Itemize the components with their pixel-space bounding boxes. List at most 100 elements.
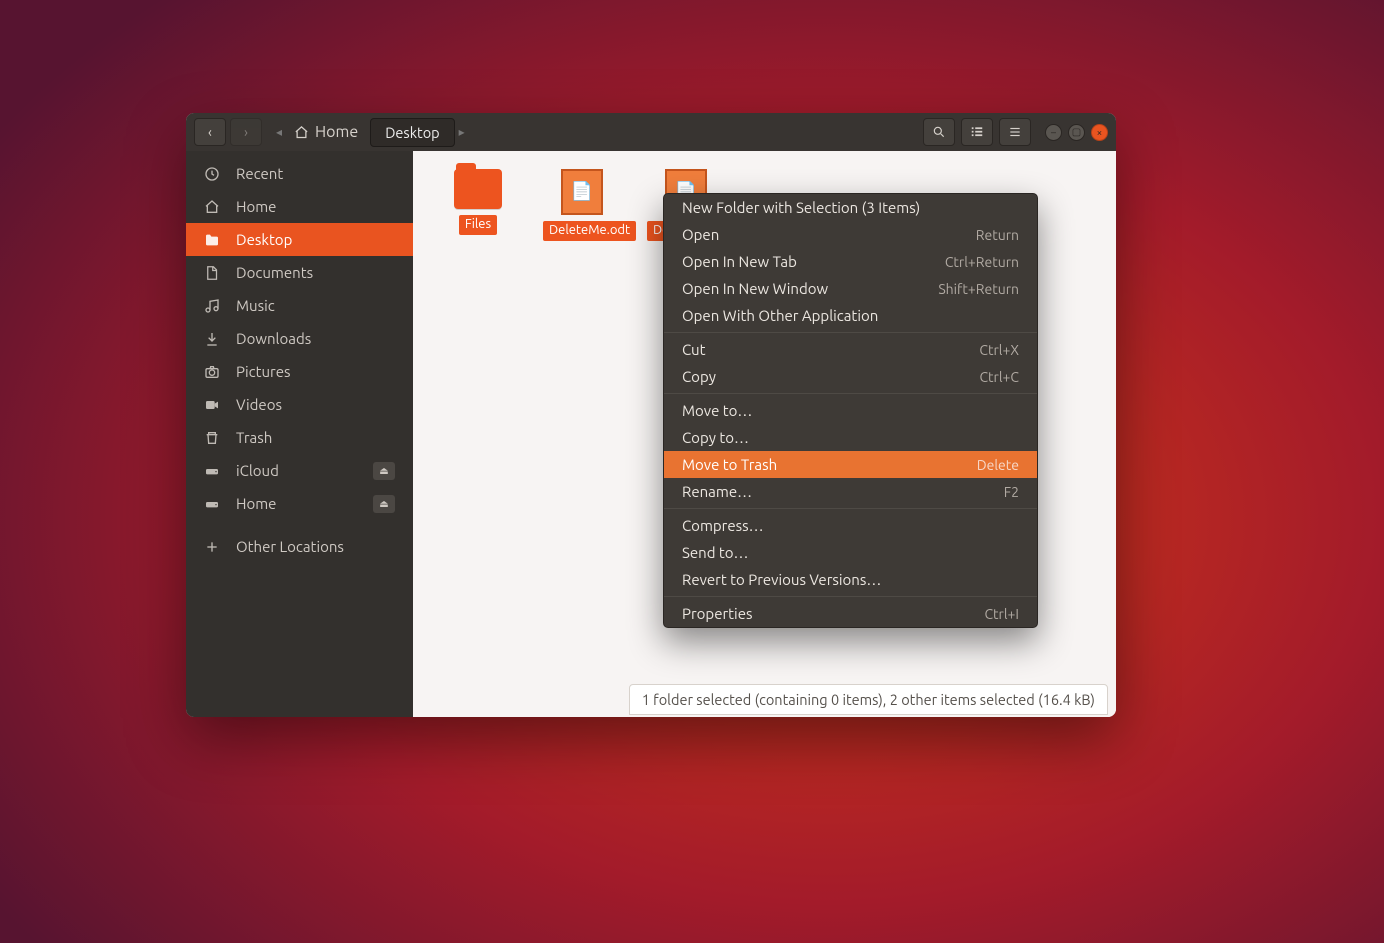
trash-icon: [204, 430, 222, 446]
sidebar-item-desktop[interactable]: Desktop: [186, 223, 413, 256]
menu-item-shortcut: Ctrl+I: [984, 606, 1019, 622]
file-label: Files: [459, 215, 497, 235]
folder-icon: [454, 169, 502, 209]
menu-item-label: New Folder with Selection (3 Items): [682, 199, 920, 216]
toolbar-right: [923, 118, 1031, 146]
menu-item-open-in-new-window[interactable]: Open In New WindowShift+Return: [664, 275, 1037, 302]
sidebar-item-label: Other Locations: [236, 538, 344, 555]
sidebar-item-label: Trash: [236, 429, 272, 446]
menu-item-shortcut: Ctrl+X: [979, 342, 1019, 358]
menu-item-shortcut: Delete: [977, 457, 1019, 473]
menu-item-cut[interactable]: Cut Ctrl+X: [664, 336, 1037, 363]
breadcrumb: ◂ Home Desktop ▸: [272, 118, 469, 147]
sidebar-item-pictures[interactable]: Pictures: [186, 355, 413, 388]
sidebar-item-trash[interactable]: Trash: [186, 421, 413, 454]
sidebar-item-videos[interactable]: Videos: [186, 388, 413, 421]
sidebar-item-recent[interactable]: Recent: [186, 157, 413, 190]
sidebar-item-home[interactable]: Home ⏏: [186, 487, 413, 520]
menu-item-shortcut: Return: [976, 227, 1019, 243]
status-text: 1 folder selected (containing 0 items), …: [642, 691, 1095, 708]
menu-item-move-to[interactable]: Move to…: [664, 397, 1037, 424]
menu-separator: [664, 596, 1037, 597]
menu-item-shortcut: Ctrl+Return: [945, 254, 1019, 270]
menu-item-label: Rename…: [682, 483, 752, 500]
breadcrumb-home[interactable]: Home: [286, 119, 366, 145]
search-button[interactable]: [923, 118, 955, 146]
close-button[interactable]: [1091, 124, 1108, 141]
menu-item-open[interactable]: OpenReturn: [664, 221, 1037, 248]
sidebar-item-label: iCloud: [236, 462, 279, 479]
sidebar-item-label: Desktop: [236, 231, 292, 248]
sidebar-item-documents[interactable]: Documents: [186, 256, 413, 289]
menu-item-label: Copy to…: [682, 429, 749, 446]
status-bar: 1 folder selected (containing 0 items), …: [629, 684, 1108, 715]
menu-item-open-in-new-tab[interactable]: Open In New Tab Ctrl+Return: [664, 248, 1037, 275]
sidebar-item-label: Music: [236, 297, 275, 314]
chevron-right-icon: ▸: [455, 125, 469, 139]
sidebar: Recent Home Desktop Documents Music Downloads…: [186, 151, 413, 717]
menu-item-label: Move to…: [682, 402, 752, 419]
sidebar-item-label: Recent: [236, 165, 283, 182]
context-menu: New Folder with Selection (3 Items) OpenR…: [663, 193, 1038, 628]
chevron-right-icon: ›: [244, 124, 248, 140]
list-view-icon: [970, 125, 984, 139]
menu-item-new-folder-with-selection-3-items[interactable]: New Folder with Selection (3 Items): [664, 194, 1037, 221]
hamburger-menu-button[interactable]: [999, 118, 1031, 146]
file-item[interactable]: 📄DeleteMe.odt: [543, 169, 621, 241]
sidebar-item-label: Videos: [236, 396, 282, 413]
drive-icon: [204, 463, 222, 479]
menu-separator: [664, 332, 1037, 333]
breadcrumb-home-label: Home: [315, 123, 358, 141]
menu-item-label: Compress…: [682, 517, 764, 534]
clock-icon: [204, 166, 222, 182]
maximize-button[interactable]: [1068, 124, 1085, 141]
menu-item-copy-to[interactable]: Copy to…: [664, 424, 1037, 451]
menu-item-label: Revert to Previous Versions…: [682, 571, 881, 588]
menu-item-label: Send to…: [682, 544, 748, 561]
sidebar-item-music[interactable]: Music: [186, 289, 413, 322]
menu-icon: [1008, 125, 1022, 139]
drive-icon: [204, 496, 222, 512]
eject-button[interactable]: ⏏: [373, 462, 395, 480]
menu-item-label: Open With Other Application: [682, 307, 878, 324]
menu-item-label: Open In New Tab: [682, 253, 797, 270]
home-icon: [204, 199, 222, 215]
breadcrumb-current-label: Desktop: [385, 124, 439, 141]
menu-item-move-to-trash[interactable]: Move to Trash Delete: [664, 451, 1037, 478]
back-button[interactable]: ‹: [194, 118, 226, 146]
menu-item-properties[interactable]: PropertiesCtrl+I: [664, 600, 1037, 627]
sidebar-item-label: Home: [236, 198, 276, 215]
sidebar-item-home[interactable]: Home: [186, 190, 413, 223]
chevron-left-icon: ‹: [208, 124, 212, 140]
file-item[interactable]: Files: [439, 169, 517, 235]
menu-item-label: Cut: [682, 341, 706, 358]
menu-item-shortcut: Shift+Return: [938, 281, 1019, 297]
sidebar-item-icloud[interactable]: iCloud ⏏: [186, 454, 413, 487]
menu-item-rename[interactable]: Rename… F2: [664, 478, 1037, 505]
menu-item-open-with-other-application[interactable]: Open With Other Application: [664, 302, 1037, 329]
camera-icon: [204, 364, 222, 380]
document-icon: 📄: [561, 169, 603, 215]
menu-item-compress[interactable]: Compress…: [664, 512, 1037, 539]
menu-item-shortcut: F2: [1004, 484, 1019, 500]
menu-item-shortcut: Ctrl+C: [979, 369, 1019, 385]
minimize-button[interactable]: [1045, 124, 1062, 141]
video-icon: [204, 397, 222, 413]
search-icon: [932, 125, 946, 139]
eject-button[interactable]: ⏏: [373, 495, 395, 513]
sidebar-item-other-locations[interactable]: Other Locations: [186, 530, 413, 563]
plus-icon: [204, 539, 222, 555]
forward-button[interactable]: ›: [230, 118, 262, 146]
menu-item-revert-to-previous-versions[interactable]: Revert to Previous Versions…: [664, 566, 1037, 593]
menu-item-label: Move to Trash: [682, 456, 777, 473]
download-icon: [204, 331, 222, 347]
breadcrumb-current[interactable]: Desktop: [370, 118, 454, 147]
menu-item-send-to[interactable]: Send to…: [664, 539, 1037, 566]
sidebar-item-downloads[interactable]: Downloads: [186, 322, 413, 355]
sidebar-item-label: Downloads: [236, 330, 311, 347]
view-toggle-button[interactable]: [961, 118, 993, 146]
file-label: DeleteMe.odt: [543, 221, 636, 241]
music-icon: [204, 298, 222, 314]
sidebar-item-label: Home: [236, 495, 276, 512]
menu-item-copy[interactable]: CopyCtrl+C: [664, 363, 1037, 390]
